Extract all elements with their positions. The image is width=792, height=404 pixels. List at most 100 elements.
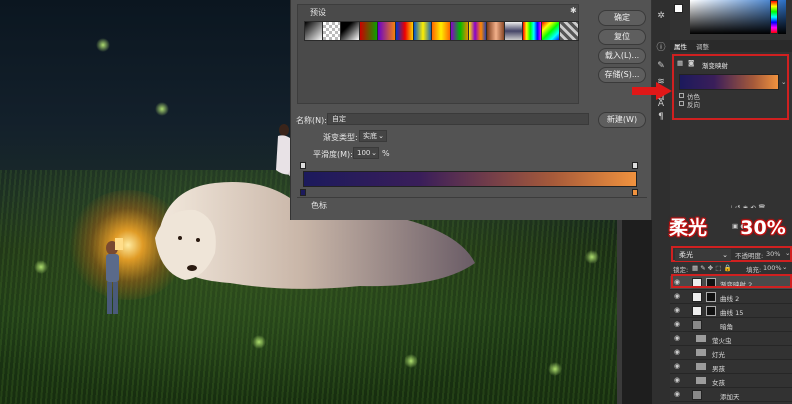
properties-tabs: 属性 调整 <box>670 40 792 52</box>
layer-mask-thumbnail[interactable] <box>706 306 716 316</box>
layer-row[interactable]: ◉ 曲线 15 <box>670 304 792 318</box>
eye-icon[interactable]: ◉ <box>674 349 681 356</box>
eye-icon[interactable]: ◉ <box>674 293 681 300</box>
color-stop-divider <box>297 197 647 198</box>
folder-icon <box>696 349 706 356</box>
eye-icon[interactable]: ◉ <box>674 391 681 398</box>
reverse-label: 反向 <box>687 101 700 109</box>
ok-button[interactable]: 确定 <box>598 10 646 26</box>
panel-icon-strip: ✲ ⓘ ✎ ≋ ⧉ A ¶ <box>652 0 670 404</box>
load-button[interactable]: 载入(L)... <box>598 48 646 64</box>
color-panel-icon[interactable]: ✲ <box>655 10 667 22</box>
blend-mode-select[interactable]: 柔光 ⌄ <box>675 249 731 261</box>
layer-mask-thumbnail[interactable] <box>706 292 716 302</box>
folder-icon <box>696 377 706 384</box>
layer-name: 灯光 <box>712 351 725 359</box>
preset-swatch-violet-green-orange-gradient[interactable] <box>449 21 470 41</box>
opacity-stop-right[interactable] <box>632 162 638 169</box>
firefly <box>155 102 169 116</box>
save-button[interactable]: 存储(S)... <box>598 67 646 83</box>
smoothness-input[interactable]: 100 ⌄ <box>353 147 379 159</box>
tab-adjustments[interactable]: 调整 <box>696 41 709 51</box>
opacity-stop-left[interactable] <box>300 162 306 169</box>
preset-swatch-black-white-gradient[interactable] <box>340 21 361 41</box>
preset-swatch-spectrum-gradient[interactable] <box>522 21 543 41</box>
layer-row[interactable]: ◉ 男孩 <box>670 360 792 374</box>
preset-swatch-yellow-violet-orange-blue-gradient[interactable] <box>467 21 488 41</box>
layer-name: 曲线 2 <box>720 295 740 303</box>
gradient-preview-bar[interactable] <box>303 171 637 187</box>
blend-opacity-row: 柔光 ⌄ 不透明度: 30% ⌄ <box>671 246 792 262</box>
chevron-down-icon: ⌄ <box>371 149 377 157</box>
preset-swatch-transparent-gradient[interactable] <box>322 21 343 41</box>
layer-row[interactable]: ◉ 灯光 <box>670 346 792 360</box>
properties-title: 渐变映射 <box>702 62 728 70</box>
fill-label: 填充: <box>746 266 762 274</box>
fill-value[interactable]: 100% <box>763 264 782 272</box>
boy-figure <box>106 238 123 314</box>
layer-name: 曲线 15 <box>720 309 744 317</box>
preset-swatch-red-green-gradient[interactable] <box>358 21 379 41</box>
gradient-type-value: 实底 <box>363 132 377 140</box>
eye-icon[interactable]: ◉ <box>674 307 681 314</box>
layer-row[interactable]: ◉ 添加天 <box>670 388 792 402</box>
layer-row[interactable]: ◉ 曲线 2 <box>670 290 792 304</box>
eye-icon[interactable]: ◉ <box>674 321 681 328</box>
preset-swatch-fg-bg-gradient[interactable] <box>304 21 324 41</box>
preset-swatch-blue-yellow-blue-gradient[interactable] <box>413 21 434 41</box>
preset-swatch-transparent-stripes-gradient[interactable] <box>558 21 579 41</box>
preset-swatch-copper-gradient[interactable] <box>486 21 506 41</box>
color-stops-label: 色标 <box>311 201 327 210</box>
smoothness-value: 100 <box>357 149 371 157</box>
lock-label: 锁定: <box>673 266 689 274</box>
info-icon[interactable]: ⓘ <box>655 42 667 54</box>
mask-icon[interactable]: ◙ <box>688 59 694 67</box>
preset-swatch-orange-yellow-orange-gradient[interactable] <box>431 21 452 41</box>
paragraph-icon[interactable]: ¶ <box>655 111 667 123</box>
lock-fill-row: 锁定: ▦ ✎ ✥ ⬚ 🔒 填充: 100% ⌄ <box>670 263 792 274</box>
layer-thumbnail <box>692 320 702 330</box>
adjustment-icon <box>692 292 702 302</box>
firefly <box>404 354 418 368</box>
reverse-checkbox[interactable] <box>679 101 684 106</box>
layer-row[interactable]: ◉ 暗角 <box>670 318 792 332</box>
layer-row[interactable]: ◉ 萤火虫 <box>670 332 792 346</box>
gradient-type-label: 渐变类型: <box>323 133 358 142</box>
chevron-down-icon[interactable]: ⌄ <box>785 249 790 257</box>
adjustment-icon <box>692 306 702 316</box>
preset-swatch-chrome-gradient[interactable] <box>504 21 525 41</box>
preset-swatch-blue-red-yellow-gradient[interactable] <box>395 21 415 41</box>
preset-swatch-transparent-rainbow-gradient[interactable] <box>540 21 561 41</box>
eye-icon[interactable]: ◉ <box>674 377 681 384</box>
chevron-down-icon: ⌄ <box>378 132 384 140</box>
name-input[interactable]: 自定 <box>327 113 589 125</box>
color-stop-left[interactable] <box>300 189 306 196</box>
layer-row[interactable]: ◉ 女孩 <box>670 374 792 388</box>
lock-icons[interactable]: ▦ ✎ ✥ ⬚ 🔒 <box>692 264 732 272</box>
eye-icon[interactable]: ◉ <box>674 363 681 370</box>
gear-icon[interactable]: ✱ <box>570 7 578 15</box>
opacity-value[interactable]: 30% <box>766 250 780 258</box>
layer-thumbnail <box>692 390 702 400</box>
reset-button[interactable]: 复位 <box>598 29 646 45</box>
eye-icon[interactable]: ◉ <box>674 335 681 342</box>
hue-slider[interactable] <box>770 0 778 34</box>
preset-swatch-violet-orange-gradient[interactable] <box>376 21 397 41</box>
color-stop-right[interactable] <box>632 189 638 196</box>
layer-name: 萤火虫 <box>712 337 732 345</box>
foreground-color-swatch[interactable] <box>674 4 683 13</box>
presets-label: 预设 <box>310 8 326 17</box>
dither-checkbox[interactable] <box>679 93 684 98</box>
gradient-map-preview[interactable] <box>679 74 779 90</box>
tab-properties[interactable]: 属性 <box>674 41 687 51</box>
chevron-down-icon: ⌄ <box>722 251 728 259</box>
smoothness-unit: % <box>382 149 390 158</box>
chevron-down-icon[interactable]: ⌄ <box>781 78 786 86</box>
layer-name: 添加天 <box>720 393 740 401</box>
gradient-type-select[interactable]: 实底 ⌄ <box>359 130 387 142</box>
firefly <box>34 260 48 274</box>
gradient-editor-dialog: 预设 ✱ 确定 复位 载入(L)... 存储(S)... 名称(N): 自定 新… <box>290 0 652 220</box>
chevron-down-icon[interactable]: ⌄ <box>782 263 787 271</box>
brush-icon[interactable]: ✎ <box>655 60 667 72</box>
new-button[interactable]: 新建(W) <box>598 112 646 128</box>
